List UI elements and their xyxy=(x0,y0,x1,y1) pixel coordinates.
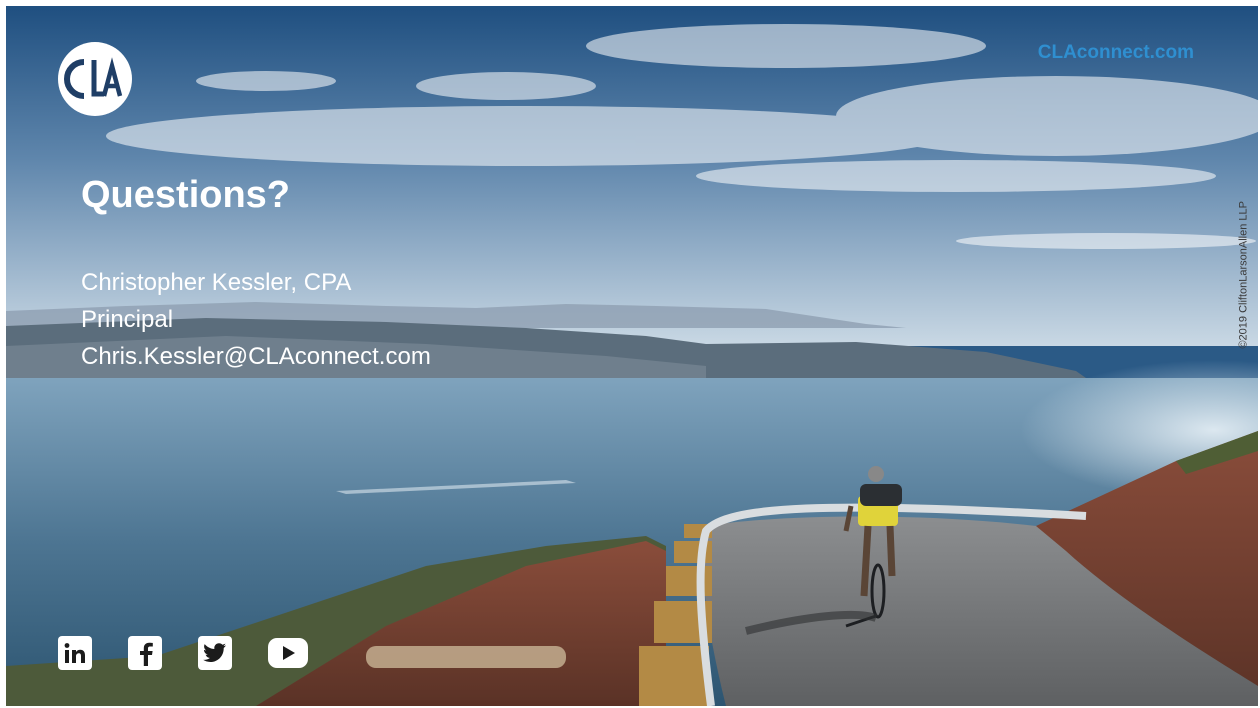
site-link[interactable]: CLAconnect.com xyxy=(1038,42,1194,64)
page-title: Questions? xyxy=(81,174,291,216)
copyright-text: ©2019 CliftonLarsonAllen LLP xyxy=(1238,201,1250,349)
contact-email[interactable]: Chris.Kessler@CLAconnect.com xyxy=(81,338,431,375)
youtube-icon[interactable] xyxy=(268,638,308,668)
facebook-icon[interactable] xyxy=(128,636,162,670)
cla-logo-icon xyxy=(58,42,132,116)
twitter-icon[interactable] xyxy=(198,636,232,670)
social-links xyxy=(58,636,308,670)
contact-name: Christopher Kessler, CPA xyxy=(81,269,352,296)
contact-block: Christopher Kessler, CPA Principal Chris… xyxy=(81,264,431,375)
linkedin-icon[interactable] xyxy=(58,636,92,670)
slide: CLAconnect.com ©2019 CliftonLarsonAllen … xyxy=(6,6,1258,706)
contact-role: Principal xyxy=(81,306,174,333)
